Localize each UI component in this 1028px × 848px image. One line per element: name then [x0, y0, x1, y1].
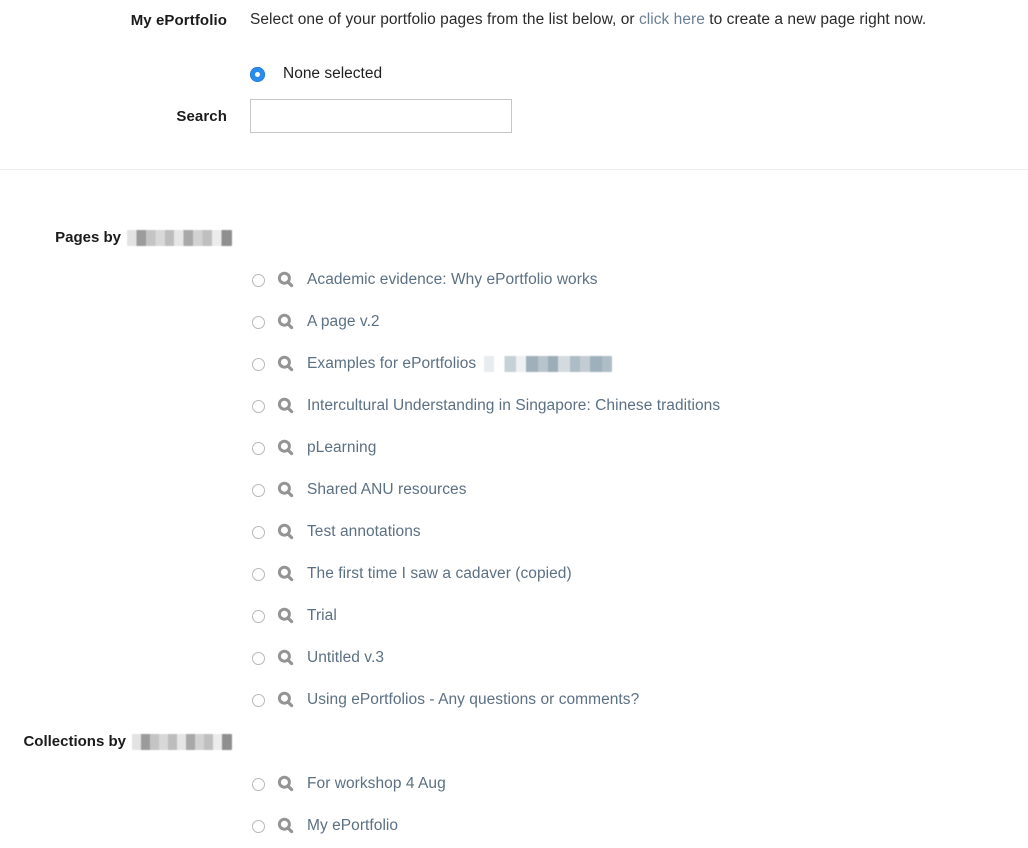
redacted-owner-name	[127, 229, 232, 246]
list-item-label[interactable]: Test annotations	[307, 523, 421, 541]
radio-unselected-icon[interactable]	[252, 525, 265, 539]
collections-by-heading-text: Collections by	[23, 733, 126, 750]
list-item-label[interactable]: The first time I saw a cadaver (copied)	[307, 565, 572, 583]
list-item[interactable]: Untitled v.3	[252, 637, 720, 679]
search-icon[interactable]	[276, 816, 296, 836]
list-item[interactable]: Intercultural Understanding in Singapore…	[252, 385, 720, 427]
search-label: Search	[176, 108, 227, 125]
intro-instruction: Select one of your portfolio pages from …	[250, 11, 926, 29]
radio-unselected-icon[interactable]	[252, 651, 265, 665]
list-item-label[interactable]: A page v.2	[307, 313, 380, 331]
intro-text-before: Select one of your portfolio pages from …	[250, 11, 639, 28]
search-icon[interactable]	[276, 480, 296, 500]
list-item[interactable]: Trial	[252, 595, 720, 637]
search-icon[interactable]	[276, 690, 296, 710]
radio-unselected-icon[interactable]	[252, 693, 265, 707]
list-item-label[interactable]: Trial	[307, 607, 337, 625]
radio-unselected-icon[interactable]	[252, 819, 265, 833]
search-icon[interactable]	[276, 312, 296, 332]
intro-text-after: to create a new page right now.	[704, 11, 927, 28]
list-item[interactable]: Academic evidence: Why ePortfolio works	[252, 259, 720, 301]
none-selected-label: None selected	[283, 65, 383, 82]
list-item-label[interactable]: Using ePortfolios - Any questions or com…	[307, 691, 639, 709]
radio-unselected-icon[interactable]	[252, 273, 265, 287]
list-item-label[interactable]: My ePortfolio	[307, 817, 398, 835]
search-icon[interactable]	[276, 564, 296, 584]
collections-by-heading: Collections by	[0, 733, 232, 750]
eportfolio-selector-panel: My ePortfolio Select one of your portfol…	[0, 0, 1028, 170]
search-icon[interactable]	[276, 774, 296, 794]
list-item-label-text: Examples for ePortfolios	[307, 355, 477, 372]
radio-unselected-icon[interactable]	[252, 315, 265, 329]
radio-unselected-icon[interactable]	[252, 609, 265, 623]
list-item-label[interactable]: Examples for ePortfolios	[307, 355, 613, 373]
radio-unselected-icon[interactable]	[252, 441, 265, 455]
search-input[interactable]	[250, 99, 512, 133]
create-new-page-link[interactable]: click here	[639, 11, 705, 28]
list-item[interactable]: The first time I saw a cadaver (copied)	[252, 553, 720, 595]
redacted-owner-name	[484, 356, 613, 372]
list-item-label[interactable]: Untitled v.3	[307, 649, 384, 667]
search-icon[interactable]	[276, 648, 296, 668]
my-eportfolio-label: My ePortfolio	[130, 12, 227, 29]
pages-by-heading-text: Pages by	[55, 229, 121, 246]
radio-unselected-icon[interactable]	[252, 567, 265, 581]
list-item-label[interactable]: Academic evidence: Why ePortfolio works	[307, 271, 598, 289]
pages-option-list: Academic evidence: Why ePortfolio works …	[252, 259, 720, 721]
list-item[interactable]: Using ePortfolios - Any questions or com…	[252, 679, 720, 721]
list-item-label[interactable]: For workshop 4 Aug	[307, 775, 446, 793]
search-icon[interactable]	[276, 354, 296, 374]
radio-selected-icon[interactable]	[250, 66, 265, 82]
list-item[interactable]: Test annotations	[252, 511, 720, 553]
radio-unselected-icon[interactable]	[252, 777, 265, 791]
pages-by-heading: Pages by	[0, 229, 232, 246]
list-item[interactable]: My ePortfolio	[252, 805, 446, 847]
radio-unselected-icon[interactable]	[252, 357, 265, 371]
list-item[interactable]: Shared ANU resources	[252, 469, 720, 511]
search-icon[interactable]	[276, 270, 296, 290]
list-item[interactable]: Examples for ePortfolios	[252, 343, 720, 385]
search-icon[interactable]	[276, 438, 296, 458]
redacted-owner-name	[132, 733, 232, 750]
radio-unselected-icon[interactable]	[252, 483, 265, 497]
list-item-label[interactable]: Intercultural Understanding in Singapore…	[307, 397, 720, 415]
list-item[interactable]: For workshop 4 Aug	[252, 763, 446, 805]
list-item[interactable]: A page v.2	[252, 301, 720, 343]
search-icon[interactable]	[276, 396, 296, 416]
list-item-label[interactable]: Shared ANU resources	[307, 481, 467, 499]
collections-option-list: For workshop 4 Aug My ePortfolio	[252, 763, 446, 847]
none-selected-option[interactable]: None selected	[250, 65, 382, 83]
list-item-label[interactable]: pLearning	[307, 439, 376, 457]
search-icon[interactable]	[276, 522, 296, 542]
search-icon[interactable]	[276, 606, 296, 626]
radio-unselected-icon[interactable]	[252, 399, 265, 413]
list-item[interactable]: pLearning	[252, 427, 720, 469]
